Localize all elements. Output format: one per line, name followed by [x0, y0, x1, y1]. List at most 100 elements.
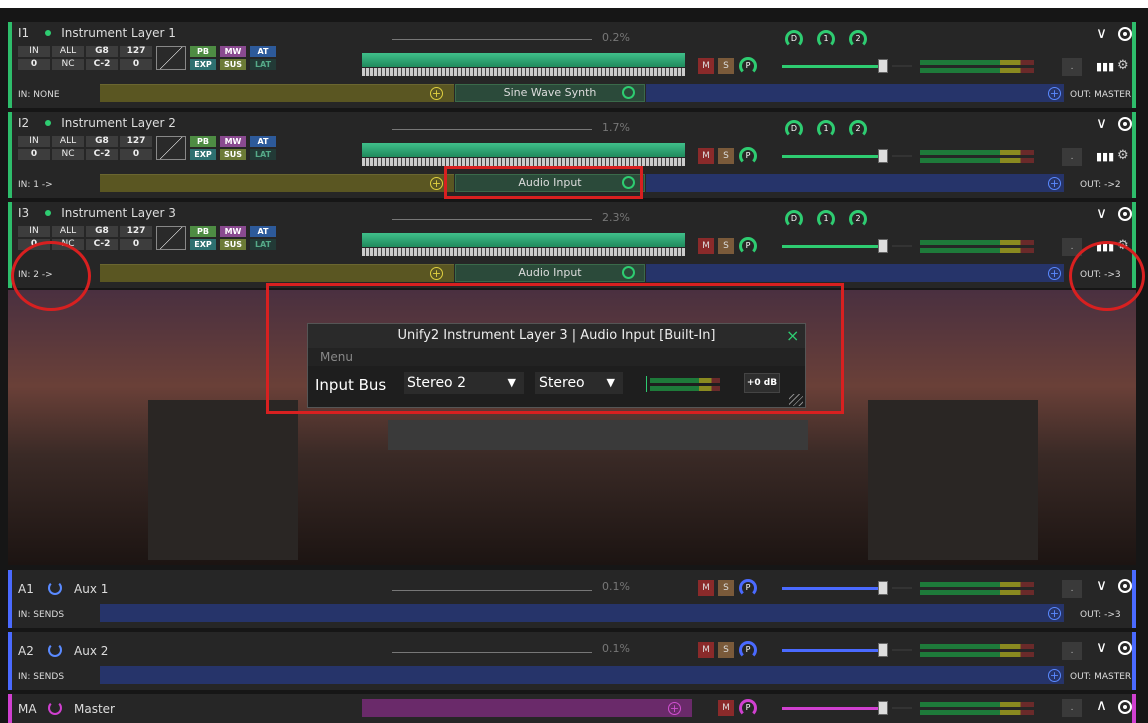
pb-toggle[interactable]: PB [190, 136, 216, 147]
sus-toggle[interactable]: SUS [220, 149, 246, 160]
plugin-edit-icon[interactable] [622, 86, 635, 99]
pan-knob[interactable]: P [739, 147, 757, 165]
solo-button[interactable]: S [718, 58, 734, 74]
power-icon[interactable] [48, 701, 62, 715]
dot-button[interactable]: . [1062, 642, 1082, 660]
power-icon[interactable] [48, 643, 62, 657]
velocity-curve[interactable] [156, 46, 186, 70]
audio-fx-slot[interactable] [646, 174, 1064, 192]
layer-enable-icon[interactable] [1118, 579, 1132, 593]
key-range-low[interactable]: C-2 [86, 239, 118, 250]
at-toggle[interactable]: AT [250, 136, 276, 147]
delay-knob[interactable]: D [785, 30, 803, 48]
velocity-curve[interactable] [156, 226, 186, 250]
keyboard-range[interactable] [362, 158, 685, 166]
dot-button[interactable]: . [1062, 580, 1082, 598]
output-label[interactable]: OUT: MASTER [1070, 672, 1131, 682]
keyboard-range[interactable] [362, 248, 685, 256]
mw-toggle[interactable]: MW [220, 226, 246, 237]
delay-knob[interactable]: D [785, 120, 803, 138]
collapse-chevron-icon[interactable]: ∨ [1096, 114, 1107, 132]
cc-filter[interactable]: NC [52, 149, 84, 160]
add-audio-fx-icon[interactable]: + [1048, 177, 1061, 190]
midi-channel-filter[interactable]: ALL [52, 46, 84, 57]
output-label[interactable]: OUT: MASTER [1070, 90, 1131, 100]
delay-knob[interactable]: D [785, 210, 803, 228]
midi-channel-filter[interactable]: ALL [52, 226, 84, 237]
exp-toggle[interactable]: EXP [190, 149, 216, 160]
volume-fader-track[interactable] [782, 155, 882, 158]
volume-fader-track[interactable] [782, 245, 882, 248]
add-midi-fx-icon[interactable]: + [430, 177, 443, 190]
collapse-chevron-icon[interactable]: ∨ [1096, 638, 1107, 656]
input-label[interactable]: IN: NONE [18, 90, 60, 100]
solo-button[interactable]: S [718, 148, 734, 164]
midi-input-channel[interactable]: IN [18, 226, 50, 237]
transpose[interactable]: 0 [18, 59, 50, 70]
layer-enable-icon[interactable] [1118, 207, 1132, 221]
master-fx-slot[interactable] [362, 699, 692, 717]
volume-fader-track[interactable] [782, 65, 882, 68]
power-icon[interactable] [48, 581, 62, 595]
lat-toggle[interactable]: LAT [250, 239, 276, 250]
mw-toggle[interactable]: MW [220, 136, 246, 147]
audio-fx-slot[interactable] [100, 666, 1064, 684]
keyboard-icon[interactable]: ▮▮▮ [1096, 60, 1114, 73]
sus-toggle[interactable]: SUS [220, 59, 246, 70]
send-2-knob[interactable]: 2 [849, 210, 867, 228]
volume-fader-track[interactable] [782, 707, 882, 710]
plugin-slot[interactable]: Audio Input [455, 264, 645, 282]
midi-fx-slot[interactable] [100, 84, 454, 102]
volume-fader-track[interactable] [782, 587, 882, 590]
key-range-high[interactable]: G8 [86, 46, 118, 57]
collapse-chevron-icon[interactable]: ∨ [1096, 24, 1107, 42]
mute-button[interactable]: M [698, 642, 714, 658]
input-label[interactable]: IN: SENDS [18, 672, 64, 682]
sus-toggle[interactable]: SUS [220, 239, 246, 250]
cc-filter[interactable]: NC [52, 59, 84, 70]
settings-icon[interactable]: ⚙ [1117, 58, 1129, 73]
send-1-knob[interactable]: 1 [817, 120, 835, 138]
velocity-high[interactable]: 127 [120, 226, 152, 237]
volume-fader-thumb[interactable] [878, 643, 888, 657]
pan-knob[interactable]: P [739, 641, 757, 659]
mute-button[interactable]: M [698, 148, 714, 164]
volume-fader-thumb[interactable] [878, 581, 888, 595]
pan-knob[interactable]: P [739, 57, 757, 75]
layer-enable-icon[interactable] [1118, 700, 1132, 714]
volume-fader-thumb[interactable] [878, 149, 888, 163]
dot-button[interactable]: . [1062, 699, 1082, 717]
add-master-fx-icon[interactable]: + [668, 702, 681, 715]
keyboard-range[interactable] [362, 68, 685, 76]
dot-button[interactable]: . [1062, 58, 1082, 76]
pan-knob[interactable]: P [739, 237, 757, 255]
layer-enable-icon[interactable] [1118, 27, 1132, 41]
mute-button[interactable]: M [698, 580, 714, 596]
velocity-high[interactable]: 127 [120, 136, 152, 147]
expand-chevron-icon[interactable]: ∧ [1096, 696, 1107, 714]
pan-knob[interactable]: P [739, 699, 757, 717]
layer-enable-icon[interactable] [1118, 641, 1132, 655]
volume-fader-thumb[interactable] [878, 239, 888, 253]
at-toggle[interactable]: AT [250, 46, 276, 57]
add-audio-fx-icon[interactable]: + [1048, 607, 1061, 620]
send-2-knob[interactable]: 2 [849, 120, 867, 138]
pb-toggle[interactable]: PB [190, 226, 216, 237]
volume-fader-thumb[interactable] [878, 701, 888, 715]
layer-enable-icon[interactable] [1118, 117, 1132, 131]
solo-button[interactable]: S [718, 238, 734, 254]
midi-fx-slot[interactable] [100, 264, 454, 282]
mute-button[interactable]: M [718, 700, 734, 716]
mw-toggle[interactable]: MW [220, 46, 246, 57]
settings-icon[interactable]: ⚙ [1117, 148, 1129, 163]
key-range-low[interactable]: C-2 [86, 149, 118, 160]
velocity-low[interactable]: 0 [120, 59, 152, 70]
midi-fx-slot[interactable] [100, 174, 454, 192]
at-toggle[interactable]: AT [250, 226, 276, 237]
solo-button[interactable]: S [718, 642, 734, 658]
volume-fader-track[interactable] [782, 649, 882, 652]
audio-fx-slot[interactable] [646, 84, 1064, 102]
midi-input-channel[interactable]: IN [18, 46, 50, 57]
input-label[interactable]: IN: 1 -> [18, 180, 53, 190]
transpose[interactable]: 0 [18, 149, 50, 160]
